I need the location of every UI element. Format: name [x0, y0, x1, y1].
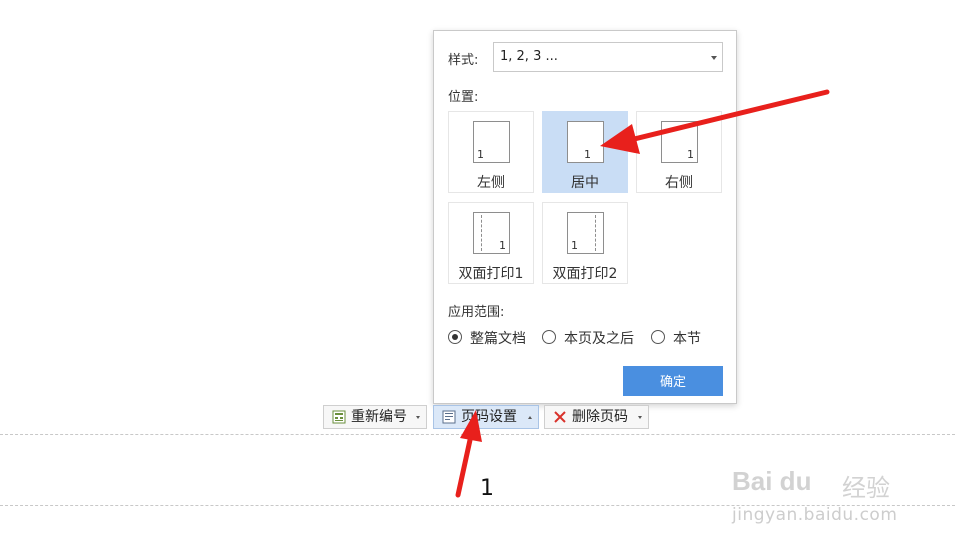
page-settings-icon: [442, 410, 456, 424]
watermark-url: jingyan.baidu.com: [732, 505, 898, 525]
scope-radio-label: 本页及之后: [564, 331, 634, 347]
scope-radio-whole-document[interactable]: [448, 330, 462, 344]
position-option-label: 双面打印1: [458, 266, 524, 282]
page-duplex-1-icon: 1: [473, 212, 510, 254]
delete-page-number-button[interactable]: 删除页码: [544, 405, 649, 429]
baidu-watermark-jingyan: 经验: [842, 474, 890, 502]
page-center-number-icon: 1: [567, 121, 604, 163]
chevron-down-icon: [638, 416, 642, 419]
position-option-duplex-2[interactable]: 1 双面打印2: [542, 202, 628, 284]
renumber-button[interactable]: 重新编号: [323, 405, 427, 429]
scope-radio-label: 整篇文档: [470, 331, 526, 347]
style-select-value: 1, 2, 3 ...: [500, 49, 558, 64]
page-right-number-icon: 1: [661, 121, 698, 163]
page-number-settings-button[interactable]: 页码设置: [433, 405, 539, 429]
chevron-down-icon: [711, 56, 717, 60]
position-option-label: 双面打印2: [552, 266, 618, 282]
baidu-watermark-logo: Bai du: [732, 466, 812, 496]
position-option-right[interactable]: 1 右侧: [636, 111, 722, 193]
position-option-center[interactable]: 1 居中: [542, 111, 628, 193]
page-left-number-icon: 1: [473, 121, 510, 163]
position-label: 位置:: [448, 90, 479, 105]
renumber-icon: [332, 410, 346, 424]
chevron-up-icon: [528, 416, 532, 419]
page-number-settings-popup: 样式: 1, 2, 3 ... 位置: 1 左侧 1 居中 1 右侧 1 双面打…: [433, 30, 737, 404]
position-option-label: 右侧: [665, 175, 693, 191]
scope-radio-this-section[interactable]: [651, 330, 665, 344]
delete-page-number-label: 删除页码: [572, 409, 628, 425]
style-select[interactable]: 1, 2, 3 ...: [493, 42, 723, 72]
position-option-label: 居中: [571, 175, 599, 191]
ok-button[interactable]: 确定: [623, 366, 723, 396]
scope-radio-this-page-onward[interactable]: [542, 330, 556, 344]
chevron-down-icon: [416, 416, 420, 419]
delete-x-icon: [554, 411, 566, 423]
scope-radio-label: 本节: [673, 331, 701, 347]
renumber-label: 重新编号: [351, 409, 407, 425]
page-duplex-2-icon: 1: [567, 212, 604, 254]
position-option-left[interactable]: 1 左侧: [448, 111, 534, 193]
scope-label: 应用范围:: [448, 305, 505, 320]
position-option-duplex-1[interactable]: 1 双面打印1: [448, 202, 534, 284]
page-boundary-top: [0, 434, 955, 435]
style-label: 样式:: [448, 53, 479, 68]
step-number-annotation: 1: [480, 476, 494, 501]
position-option-label: 左侧: [477, 175, 505, 191]
page-number-settings-label: 页码设置: [461, 409, 517, 425]
